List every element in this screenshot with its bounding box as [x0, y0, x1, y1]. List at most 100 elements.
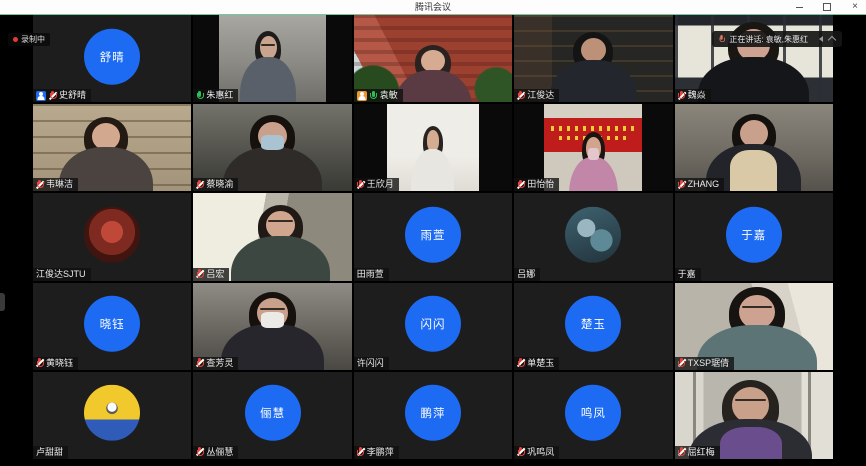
person-silhouette-part — [732, 387, 769, 422]
participant-name: 李鹏萍 — [367, 447, 394, 458]
participant-tile[interactable]: ZHANG — [675, 104, 833, 191]
person-silhouette-part — [720, 427, 782, 459]
participant-name: 吕娜 — [517, 269, 535, 280]
participant-label: 李鹏萍 — [354, 446, 399, 459]
mic-muted-icon — [196, 269, 203, 279]
participant-initials-avatar: 雨萱 — [405, 207, 461, 263]
participant-label: 卢甜甜 — [33, 446, 68, 459]
participant-name: 田怡怡 — [527, 179, 554, 190]
participant-name: 于嘉 — [678, 269, 696, 280]
close-button[interactable]: × — [848, 1, 862, 13]
participant-name: 袁敏 — [380, 90, 398, 101]
person-silhouette-part — [569, 157, 618, 191]
participant-tile[interactable]: 于嘉于嘉 — [675, 193, 833, 280]
participant-photo-avatar — [565, 207, 621, 263]
video-feed — [387, 104, 479, 191]
minimize-icon — [796, 7, 803, 8]
chevron-up-icon[interactable] — [828, 36, 836, 44]
participant-name: 朱惠红 — [206, 90, 233, 101]
participant-name: ZHANG — [688, 179, 720, 190]
participant-label: 吕宏 — [193, 268, 229, 281]
participant-initials-avatar: 晓钰 — [84, 296, 140, 352]
participant-label: 巩鸣凤 — [514, 446, 559, 459]
mic-muted-icon — [357, 447, 364, 457]
participant-tile[interactable]: 晓钰黄晓钰 — [33, 283, 191, 370]
person-silhouette-part — [261, 135, 284, 150]
participant-tile[interactable]: 俪慧丛俪慧 — [193, 372, 351, 459]
participant-initials-avatar: 鸣凤 — [565, 385, 621, 441]
mic-muted-icon — [517, 358, 524, 368]
participant-tile[interactable]: 蔡晓渝 — [193, 104, 351, 191]
participant-initials-avatar: 于嘉 — [726, 207, 782, 263]
minimize-button[interactable] — [792, 1, 806, 13]
person-silhouette-part — [260, 308, 286, 310]
participant-tile[interactable]: 江俊达SJTU — [33, 193, 191, 280]
participant-label: 韦琳洁 — [33, 178, 78, 191]
participant-tile[interactable]: 楚玉单楚玉 — [514, 283, 672, 370]
participant-tile[interactable]: 袁敏 — [354, 15, 512, 102]
participant-label: 江俊达 — [514, 89, 559, 102]
recording-label: 录制中 — [21, 34, 45, 45]
participant-name: 查芳灵 — [206, 358, 233, 369]
participant-label: 袁敏 — [354, 89, 403, 102]
participant-tile[interactable]: 舒晴史舒晴 — [33, 15, 191, 102]
participant-name: 单楚玉 — [527, 358, 554, 369]
participant-name: 屈红梅 — [688, 447, 715, 458]
mic-muted-icon — [678, 91, 685, 101]
participant-label: 蔡晓渝 — [193, 178, 238, 191]
person-silhouette-part — [240, 57, 296, 102]
mic-active-icon — [196, 91, 203, 101]
mic-icon — [719, 35, 725, 43]
mic-muted-icon — [678, 358, 685, 368]
mic-muted-icon — [357, 180, 364, 190]
participant-tile[interactable]: 韦琳洁 — [33, 104, 191, 191]
person-silhouette-part — [740, 120, 768, 147]
person-silhouette-part — [260, 36, 277, 60]
participant-label: 屈红梅 — [675, 446, 720, 459]
participant-label: 吕娜 — [514, 268, 540, 281]
mic-muted-icon — [517, 180, 524, 190]
sidebar-toggle-handle[interactable] — [0, 293, 5, 311]
participant-label: 王欣月 — [354, 178, 399, 191]
blue-role-badge-icon — [36, 91, 46, 101]
person-silhouette-part — [261, 312, 285, 327]
participant-name: 丛俪慧 — [206, 447, 233, 458]
participant-label: 朱惠红 — [193, 89, 238, 102]
participant-name: 卢甜甜 — [36, 447, 63, 458]
participant-tile[interactable]: TXSP琚倩 — [675, 283, 833, 370]
participant-tile[interactable]: 鸣凤巩鸣凤 — [514, 372, 672, 459]
participant-tile[interactable]: 吕宏 — [193, 193, 351, 280]
speaking-label: 正在讲话: 袁敏,朱惠红 — [729, 34, 808, 45]
participant-tile[interactable]: 吕娜 — [514, 193, 672, 280]
participant-tile[interactable]: 闪闪许闪闪 — [354, 283, 512, 370]
person-silhouette-part — [261, 44, 275, 46]
participant-tile[interactable]: 鹏萍李鹏萍 — [354, 372, 512, 459]
mic-muted-icon — [678, 180, 685, 190]
recording-dot-icon — [13, 37, 18, 42]
participant-tile[interactable]: 魏焱 — [675, 15, 833, 102]
maximize-button[interactable] — [820, 1, 834, 13]
participant-name: 史舒晴 — [59, 90, 86, 101]
participant-tile[interactable]: 田怡怡 — [514, 104, 672, 191]
participant-name: 许闪闪 — [357, 358, 384, 369]
participant-name: 蔡晓渝 — [206, 179, 233, 190]
participant-tile[interactable]: 江俊达 — [514, 15, 672, 102]
volume-icon[interactable] — [816, 36, 823, 42]
window-title: 腾讯会议 — [415, 0, 451, 14]
participant-tile[interactable]: 卢甜甜 — [33, 372, 191, 459]
participant-tile[interactable]: 朱惠红 — [193, 15, 351, 102]
participant-name: 黄晓钰 — [46, 358, 73, 369]
participant-tile[interactable]: 屈红梅 — [675, 372, 833, 459]
participant-label: ZHANG — [675, 178, 725, 191]
participant-tile[interactable]: 王欣月 — [354, 104, 512, 191]
participant-name: TXSP琚倩 — [688, 358, 730, 369]
mic-muted-icon — [196, 180, 203, 190]
participant-label: 查芳灵 — [193, 357, 238, 370]
participant-label: 单楚玉 — [514, 357, 559, 370]
mic-muted-icon — [49, 91, 56, 101]
participant-tile[interactable]: 雨萱田雨萱 — [354, 193, 512, 280]
person-silhouette-part — [550, 60, 636, 103]
participant-tile[interactable]: 查芳灵 — [193, 283, 351, 370]
participant-grid: 舒晴史舒晴朱惠红袁敏江俊达魏焱韦琳洁蔡晓渝王欣月田怡怡ZHANG江俊达SJTU吕… — [33, 15, 833, 459]
orange-role-badge-icon — [357, 91, 367, 101]
